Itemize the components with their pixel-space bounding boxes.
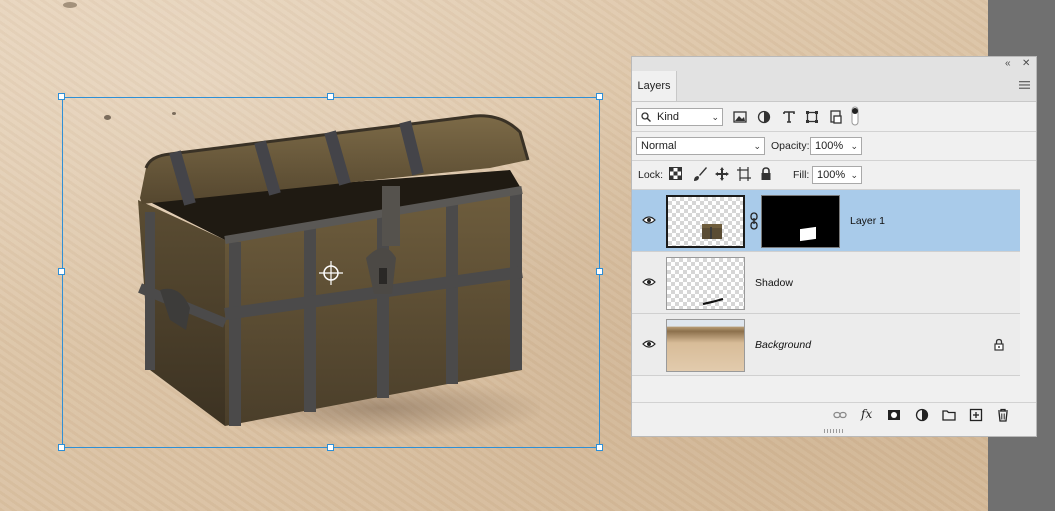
opacity-input[interactable]: 100% ⌄	[810, 137, 862, 155]
lock-label: Lock:	[638, 169, 664, 181]
panel-tab-bar: Layers	[632, 71, 1036, 102]
smartobject-filter-icon[interactable]	[828, 109, 844, 125]
tab-layers[interactable]: Layers	[632, 71, 677, 101]
chevron-down-icon: ⌄	[850, 170, 858, 180]
mask-icon[interactable]	[887, 408, 901, 422]
chevron-down-icon: ⌄	[711, 112, 719, 122]
transform-handle-top-right[interactable]	[596, 93, 603, 100]
layers-scrollbar[interactable]	[1020, 189, 1036, 379]
layer-row-background[interactable]: Background	[632, 314, 1020, 376]
transform-handle-bottom[interactable]	[327, 444, 334, 451]
lock-row: Lock: Fill: 100% ⌄	[632, 161, 1036, 190]
lock-all-icon[interactable]	[758, 166, 774, 182]
blend-mode-dropdown[interactable]: Normal ⌄	[636, 137, 765, 155]
layer-thumbnail[interactable]	[666, 257, 745, 310]
type-filter-icon[interactable]	[781, 109, 797, 125]
blend-row: Normal ⌄ Opacity: 100% ⌄	[632, 132, 1036, 161]
filter-toggle-icon[interactable]	[850, 106, 860, 126]
group-icon[interactable]	[942, 408, 956, 422]
panel-menu-icon[interactable]	[1019, 80, 1030, 90]
new-layer-icon[interactable]	[969, 408, 983, 422]
transform-handle-right[interactable]	[596, 268, 603, 275]
panel-title-bar[interactable]: « ✕	[632, 57, 1036, 72]
chest-thumbnail-icon	[702, 224, 722, 239]
filter-kind-dropdown[interactable]: Kind ⌄	[636, 108, 723, 126]
search-icon	[641, 112, 651, 122]
visibility-eye-icon[interactable]	[642, 339, 656, 349]
layer-name[interactable]: Background	[755, 338, 811, 352]
image-filter-icon[interactable]	[732, 109, 748, 125]
reference-point-icon[interactable]	[319, 261, 343, 285]
lock-artboard-icon[interactable]	[736, 166, 752, 182]
lock-paint-icon[interactable]	[692, 166, 708, 182]
layer-mask-thumbnail[interactable]	[761, 195, 840, 248]
blend-mode-value: Normal	[641, 140, 677, 152]
chevron-down-icon: ⌄	[850, 141, 858, 151]
chevron-down-icon: ⌄	[753, 141, 761, 151]
opacity-value: 100%	[815, 140, 844, 152]
transform-handle-bottom-left[interactable]	[58, 444, 65, 451]
visibility-eye-icon[interactable]	[642, 277, 656, 287]
collapse-icon[interactable]: «	[1005, 57, 1011, 71]
adjustment-filter-icon[interactable]	[756, 109, 772, 125]
layer-name[interactable]: Shadow	[755, 276, 793, 290]
transform-handle-bottom-right[interactable]	[596, 444, 603, 451]
layer-thumbnail[interactable]	[666, 195, 745, 248]
opacity-label: Opacity:	[771, 140, 810, 152]
link-icon[interactable]	[833, 408, 847, 422]
lock-move-icon[interactable]	[714, 166, 730, 182]
layer-row-shadow[interactable]: Shadow	[632, 252, 1020, 314]
mask-white-area	[800, 226, 816, 242]
fill-input[interactable]: 100% ⌄	[812, 166, 862, 184]
layer-lock-icon	[994, 338, 1004, 351]
filter-kind-label: Kind	[657, 111, 680, 123]
fx-icon[interactable]: fx	[861, 407, 872, 421]
panel-resize-grip[interactable]	[824, 429, 844, 433]
fill-label: Fill:	[793, 169, 810, 181]
layer-row-layer-1[interactable]: Layer 1	[632, 190, 1020, 252]
mask-link-icon[interactable]	[749, 212, 759, 230]
layer-name[interactable]: Layer 1	[850, 214, 885, 228]
shadow-thumbnail-icon	[702, 297, 724, 306]
close-icon[interactable]: ✕	[1022, 57, 1030, 71]
sand-pebble	[63, 2, 77, 8]
layer-thumbnail[interactable]	[666, 319, 745, 372]
shape-filter-icon[interactable]	[804, 109, 820, 125]
transform-handle-left[interactable]	[58, 268, 65, 275]
layers-panel: « ✕ Layers Kind ⌄ Normal ⌄ Opacity: 100%…	[631, 56, 1037, 437]
fill-value: 100%	[817, 169, 846, 181]
visibility-eye-icon[interactable]	[642, 215, 656, 225]
panel-bottom-bar: fx	[632, 402, 1036, 427]
transform-handle-top-left[interactable]	[58, 93, 65, 100]
adjustment-icon[interactable]	[915, 408, 929, 422]
delete-icon[interactable]	[996, 408, 1010, 422]
filter-row: Kind ⌄	[632, 103, 1036, 132]
transform-handle-top[interactable]	[327, 93, 334, 100]
lock-transparent-icon[interactable]	[669, 167, 682, 180]
